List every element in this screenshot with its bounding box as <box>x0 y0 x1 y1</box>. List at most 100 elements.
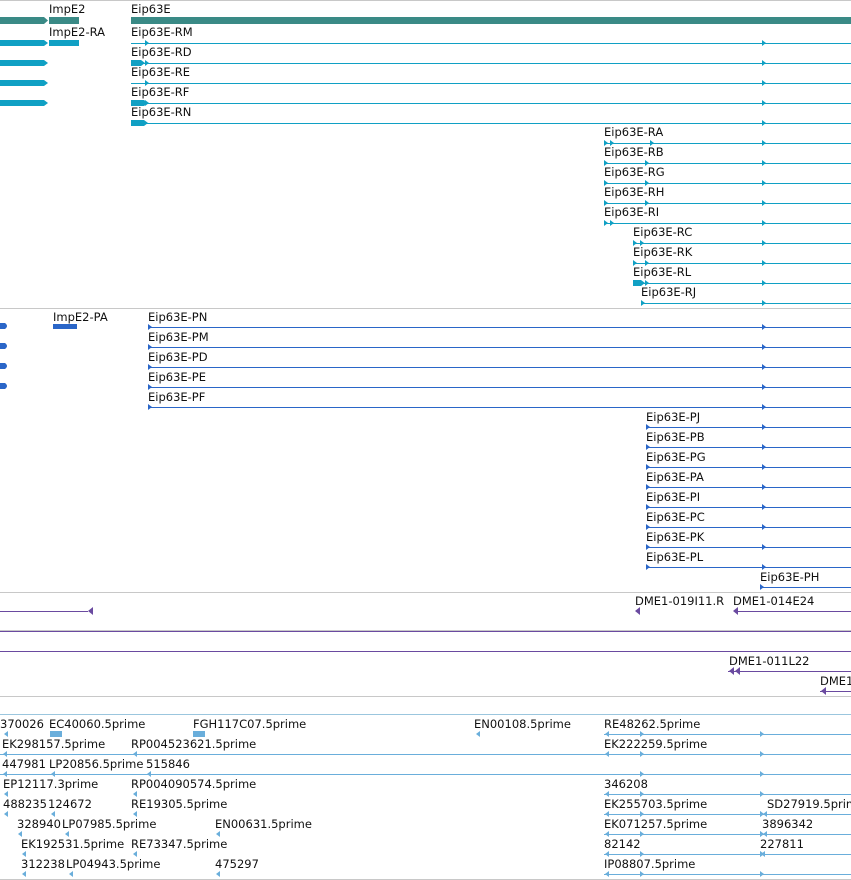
est-label[interactable]: EN00108.5prime <box>474 718 571 731</box>
est-label[interactable]: LP20856.5prime <box>49 758 143 771</box>
protein-label[interactable]: ImpE2-PA <box>53 311 108 324</box>
protein-label[interactable]: Eip63E-PG <box>646 451 706 464</box>
transcript-intron-line <box>641 303 851 304</box>
transcript-label[interactable]: Eip63E-RI <box>604 206 659 219</box>
transcript-label[interactable]: Eip63E-RM <box>131 26 193 39</box>
protein-label[interactable]: Eip63E-PH <box>760 571 819 584</box>
transcript-intron-line <box>131 83 851 84</box>
transcript-label[interactable]: Eip63E-RA <box>604 126 663 139</box>
est-label[interactable]: 328940 <box>17 818 61 831</box>
est-strand-arrow <box>760 871 764 877</box>
transcript-label[interactable]: Eip63E-RE <box>131 66 190 79</box>
gene-label-eip63e[interactable]: Eip63E <box>131 3 171 16</box>
transcript-intron-line <box>604 223 851 224</box>
est-label[interactable]: EC40060.5prime <box>49 718 145 731</box>
est-label[interactable]: RE48262.5prime <box>604 718 700 731</box>
est-label[interactable]: EP12117.3prime <box>3 778 98 791</box>
protein-glyph-impe2-left <box>0 383 7 389</box>
transcript-label[interactable]: Eip63E-RD <box>131 46 192 59</box>
transcript-strand-arrow <box>762 60 766 66</box>
insertion-line <box>0 611 88 612</box>
protein-glyph-impe2-pa <box>53 324 77 329</box>
protein-label[interactable]: Eip63E-PK <box>646 531 704 544</box>
insertion-line <box>0 651 851 652</box>
est-label[interactable]: RP004523621.5prime <box>131 738 256 751</box>
est-label[interactable]: 488235 <box>3 798 47 811</box>
transcript-intron-line <box>633 263 851 264</box>
est-label[interactable]: RP004090574.5prime <box>131 778 256 791</box>
est-label[interactable]: EK298157.5prime <box>2 738 105 751</box>
protein-label[interactable]: Eip63E-PL <box>646 551 703 564</box>
est-label[interactable]: 515846 <box>146 758 190 771</box>
est-label[interactable]: EK222259.5prime <box>604 738 707 751</box>
protein-label[interactable]: Eip63E-PF <box>148 391 205 404</box>
protein-label[interactable]: Eip63E-PA <box>646 471 704 484</box>
insertion-label[interactable]: DME1-019I11.R <box>635 595 724 608</box>
est-label[interactable]: 124672 <box>48 798 92 811</box>
insertion-label[interactable]: DME1-014E24 <box>733 595 814 608</box>
transcript-label[interactable]: Eip63E-RF <box>131 86 189 99</box>
est-label[interactable]: LP04943.5prime <box>66 858 160 871</box>
est-label[interactable]: 370026 <box>0 718 44 731</box>
transcript-glyph-impe2-left <box>0 100 48 106</box>
est-label[interactable]: 447981 <box>2 758 46 771</box>
transcript-label[interactable]: Eip63E-RC <box>633 226 692 239</box>
est-label[interactable]: RE73347.5prime <box>131 838 227 851</box>
est-strand-arrow <box>760 851 764 857</box>
est-label[interactable]: EK071257.5prime <box>604 818 707 831</box>
est-label[interactable]: 227811 <box>760 838 804 851</box>
transcript-strand-arrow <box>762 140 766 146</box>
est-label[interactable]: LP07985.5prime <box>62 818 156 831</box>
insertion-label[interactable]: DME1 <box>820 675 851 688</box>
transcript-exon <box>131 120 148 126</box>
genome-browser-view: ImpE2 Eip63E ImpE2-RA Eip63E-RM Eip63E-RD Eip… <box>0 0 851 880</box>
est-label[interactable]: EK192531.5prime <box>21 838 124 851</box>
est-label[interactable]: EK255703.5prime <box>604 798 707 811</box>
track-separator <box>0 308 851 309</box>
insertion-arrow <box>635 607 640 615</box>
transcript-label[interactable]: Eip63E-RL <box>633 266 691 279</box>
protein-line <box>646 507 851 508</box>
transcript-strand-arrow <box>762 280 766 286</box>
transcript-label[interactable]: Eip63E-RN <box>131 106 191 119</box>
transcript-label[interactable]: Eip63E-RH <box>604 186 664 199</box>
protein-strand-arrow <box>762 484 766 490</box>
est-strand-arrow <box>22 871 26 877</box>
est-label[interactable]: 3896342 <box>762 818 813 831</box>
insertion-arrow <box>88 607 93 615</box>
transcript-label[interactable]: Eip63E-RG <box>604 166 665 179</box>
protein-label[interactable]: Eip63E-PM <box>148 331 209 344</box>
insertion-label[interactable]: DME1-011L22 <box>729 655 810 668</box>
protein-label[interactable]: Eip63E-PB <box>646 431 705 444</box>
est-label[interactable]: 475297 <box>215 858 259 871</box>
transcript-label[interactable]: Eip63E-RJ <box>641 286 696 299</box>
protein-label[interactable]: Eip63E-PC <box>646 511 705 524</box>
transcript-intron-line <box>604 163 851 164</box>
est-label[interactable]: 82142 <box>604 838 641 851</box>
transcript-strand-arrow <box>762 80 766 86</box>
est-label[interactable]: 346208 <box>604 778 648 791</box>
transcript-strand-arrow <box>610 220 614 226</box>
protein-label[interactable]: Eip63E-PJ <box>646 411 700 424</box>
transcript-strand-arrow <box>604 220 608 226</box>
gene-glyph-impe2 <box>0 17 48 24</box>
est-label[interactable]: 312238 <box>21 858 65 871</box>
transcript-label[interactable]: ImpE2-RA <box>49 26 105 39</box>
est-label[interactable]: SD27919.5prime <box>767 798 851 811</box>
est-alignment-line <box>0 754 851 755</box>
transcript-label[interactable]: Eip63E-RK <box>633 246 692 259</box>
est-label[interactable]: RE19305.5prime <box>131 798 227 811</box>
est-label[interactable]: IP08807.5prime <box>604 858 695 871</box>
protein-glyph-impe2-left <box>0 363 7 369</box>
protein-strand-arrow <box>762 344 766 350</box>
est-strand-arrow <box>640 871 644 877</box>
protein-label[interactable]: Eip63E-PD <box>148 351 208 364</box>
protein-label[interactable]: Eip63E-PE <box>148 371 206 384</box>
est-label[interactable]: FGH117C07.5prime <box>193 718 306 731</box>
protein-glyph-impe2-left <box>0 343 7 349</box>
transcript-label[interactable]: Eip63E-RB <box>604 146 664 159</box>
protein-label[interactable]: Eip63E-PI <box>646 491 700 504</box>
est-label[interactable]: EN00631.5prime <box>215 818 312 831</box>
gene-label-impe2[interactable]: ImpE2 <box>49 3 85 16</box>
protein-label[interactable]: Eip63E-PN <box>148 311 207 324</box>
